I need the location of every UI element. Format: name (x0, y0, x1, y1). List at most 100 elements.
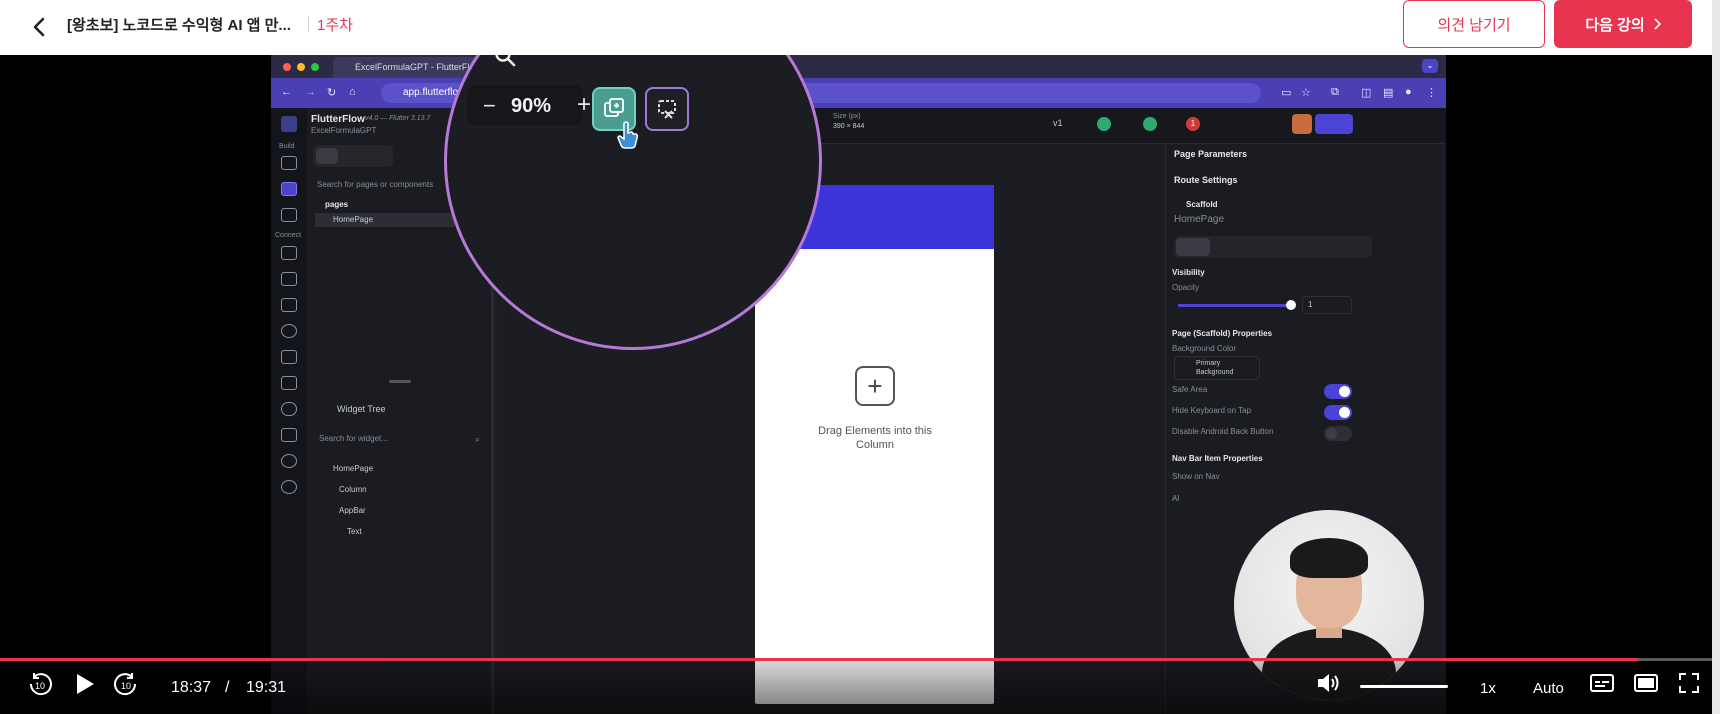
minimize-dot-icon (297, 63, 305, 71)
title-divider (308, 16, 309, 32)
cloud-functions-icon (281, 402, 297, 416)
browser-address-bar: ← → ↻ ⌂ app.flutterflo ▭ ☆ ⧉ ◫ ▤ ● ⋮ (271, 78, 1446, 108)
star-icon: ☆ (1301, 87, 1311, 99)
time-separator: / (225, 679, 230, 696)
close-dot-icon (283, 63, 291, 71)
top-header: [왕초보] 노코드로 수익형 AI 앱 만... 1주차 의견 남기기 다음 강… (0, 0, 1720, 55)
feedback-button-label: 의견 남기기 (1437, 16, 1511, 34)
tests-icon (281, 428, 297, 442)
profile-icon: ● (1405, 86, 1412, 98)
connect-label: Connect (275, 232, 302, 239)
ff-nav-rail: Build Connect (271, 108, 307, 714)
current-time: 18:37 (171, 679, 212, 696)
browser-tab-bar: ExcelFormulaGPT - FlutterFlo ⌄ (271, 55, 1446, 78)
build-status-icon (1143, 117, 1157, 131)
page-props-label: Page (Scaffold) Properties (1172, 329, 1273, 338)
preview-eye-icon (1292, 114, 1312, 134)
forward-10-button[interactable]: 10 (112, 670, 140, 703)
properties-tab-active (1176, 238, 1210, 256)
subtitles-icon (1590, 674, 1614, 692)
next-lecture-button[interactable]: 다음 강의 (1554, 0, 1692, 48)
zoom-level: 90% (511, 95, 552, 117)
extensions-icon: ◫ (1361, 87, 1372, 99)
theater-mode-button[interactable] (1634, 673, 1658, 698)
sidebar-icon: ▤ (1383, 87, 1394, 99)
bg-color-label: Background Color (1172, 344, 1237, 353)
play-button[interactable] (74, 672, 96, 701)
forward-seconds: 10 (121, 681, 131, 691)
page-parameters-label: Page Parameters (1174, 149, 1248, 159)
opacity-label: Opacity (1172, 283, 1200, 292)
settings-gear-icon (281, 480, 297, 494)
zoom-in-icon: + (577, 91, 592, 118)
properties-tabs (1174, 236, 1372, 258)
page-selector-icon (281, 182, 297, 196)
playback-speed-button[interactable]: 1x (1480, 680, 1496, 697)
error-count-badge: 1 (1186, 117, 1200, 131)
hide-keyboard-toggle (1324, 405, 1352, 420)
video-player[interactable]: ExcelFormulaGPT - FlutterFlo ⌄ ← → ↻ ⌂ a… (0, 55, 1712, 714)
show-on-nav-label: Show on Nav (1172, 472, 1220, 481)
opacity-slider (1178, 304, 1290, 307)
total-time: 19:31 (246, 679, 287, 696)
browser-tab-title: ExcelFormulaGPT - FlutterFlo (355, 62, 475, 72)
forward-10-icon: 10 (114, 673, 137, 696)
pages-folder: pages (325, 200, 349, 209)
build-label: Build (279, 143, 295, 150)
flutterflow-logo-icon (281, 116, 297, 132)
pages-tab (316, 148, 338, 164)
page-scrollbar[interactable] (1712, 0, 1720, 714)
hand-cursor-icon (617, 121, 639, 149)
more-icon: ⋮ (1426, 87, 1437, 99)
app-name: FlutterFlow (311, 114, 365, 125)
volume-icon (1318, 674, 1339, 692)
volume-slider[interactable] (1360, 685, 1448, 688)
size-label: Size (px) (833, 113, 861, 120)
add-element-icon: + (855, 366, 895, 406)
week-label: 1주차 (317, 17, 353, 34)
url-text: app.flutterflo (403, 87, 459, 98)
back-button[interactable] (26, 12, 52, 42)
visibility-label: Visibility (1172, 268, 1205, 277)
rewind-seconds: 10 (35, 681, 45, 691)
resize-handle (389, 380, 411, 383)
zoom-out-icon: − (483, 93, 496, 118)
theme-icon (281, 454, 297, 468)
scaffold-label: Scaffold (1186, 200, 1218, 209)
feedback-button[interactable]: 의견 남기기 (1403, 0, 1545, 48)
extension-icon: ⧉ (1331, 86, 1339, 98)
course-title: [왕초보] 노코드로 수익형 AI 앱 만... (67, 17, 291, 34)
tree-item-homepage: HomePage (333, 464, 374, 473)
zoom-control: − 90% + (467, 85, 591, 125)
rewind-10-button[interactable]: 10 (26, 670, 54, 703)
play-icon (77, 674, 94, 694)
tree-item-column: Column (339, 485, 367, 494)
rewind-10-icon: 10 (29, 673, 52, 696)
drag-hint: Drag Elements into this Column (818, 425, 932, 451)
widget-tree-title: Widget Tree (337, 404, 386, 414)
tab-dropdown-icon: ⌄ (1422, 59, 1438, 73)
opacity-value: 1 (1308, 300, 1313, 309)
search-pages-input: Search for pages or components (317, 180, 434, 189)
route-settings-label: Route Settings (1174, 175, 1238, 185)
media-assets-icon (281, 350, 297, 364)
home-icon: ⌂ (349, 86, 356, 98)
safe-area-label: Safe Area (1172, 385, 1208, 394)
storyboard-icon (281, 208, 297, 222)
volume-button[interactable] (1316, 672, 1340, 699)
fullscreen-button[interactable] (1678, 672, 1700, 699)
chevron-right-icon (1654, 18, 1661, 30)
reload-icon: ↻ (327, 87, 337, 99)
tree-item-appbar: AppBar (339, 506, 366, 515)
quality-button[interactable]: Auto (1533, 680, 1564, 697)
hide-widget-icon (645, 87, 689, 131)
maximize-dot-icon (311, 63, 319, 71)
home-page-item: HomePage (333, 215, 374, 224)
tree-item-text: Text (347, 527, 362, 536)
disable-back-toggle (1324, 426, 1352, 441)
subtitles-button[interactable] (1590, 673, 1614, 698)
forward-arrow-icon: → (305, 86, 316, 98)
primary-bg-label: Primary Background (1196, 360, 1234, 376)
search-icon: ⌕ (475, 434, 481, 444)
search-widget-input: Search for widget... (319, 434, 388, 443)
